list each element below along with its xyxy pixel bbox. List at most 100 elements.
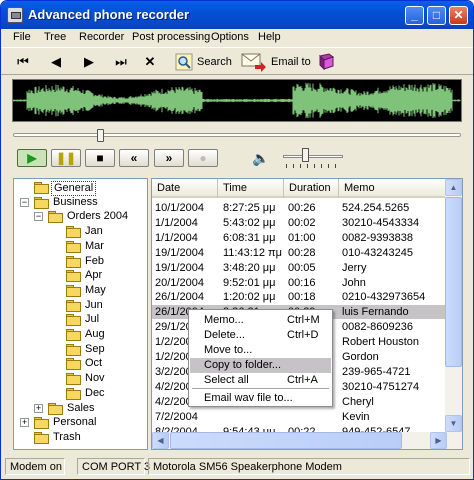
menu-item-label: Memo... [204,314,244,326]
table-row[interactable]: 1/1/2004 6:08:31 μμ 01:00 0082-9393838 [152,231,462,245]
menu-recorder[interactable]: Recorder [79,31,124,43]
table-row[interactable]: 20/1/2004 9:52:01 μμ 00:16 John [152,276,462,290]
cell-date: 10/1/2004 [155,202,204,214]
folder-icon [66,299,81,312]
book-icon[interactable] [316,52,336,72]
scroll-up-button[interactable]: ▲ [445,179,462,196]
menu-file[interactable]: File [13,31,31,43]
prev-record-icon[interactable]: ◀ [46,52,66,72]
table-header: Date Time Duration Memo [152,179,462,198]
cell-memo: Jerry [342,261,367,274]
scroll-right-button[interactable]: ▶ [430,432,447,449]
volume-slider-thumb[interactable] [302,148,310,162]
context-menu-item-email-wav-file-to[interactable]: Email wav file to... [190,391,331,406]
tree-item-label: Feb [85,254,104,267]
context-menu-item-move-to[interactable]: Move to... [190,343,331,358]
table-row[interactable]: 19/1/2004 3:48:20 μμ 00:05 Jerry [152,261,462,275]
email-button-label[interactable]: Email to [271,56,311,68]
collapse-icon[interactable]: − [20,197,29,207]
position-slider-track[interactable] [13,133,461,137]
record-button[interactable]: ● [188,149,218,167]
tree-item-dec[interactable]: Dec [14,387,147,401]
next-record-icon[interactable]: ▶ [79,52,99,72]
menu-help[interactable]: Help [258,31,281,43]
fast-forward-button[interactable]: » [154,149,184,167]
context-menu: Memo... Ctrl+M Delete... Ctrl+D Move to... Co… [188,309,333,407]
email-icon[interactable] [241,52,267,72]
menu-options[interactable]: Options [211,31,249,43]
maximize-button[interactable]: □ [427,6,446,25]
tree-item-apr[interactable]: Apr [14,269,147,283]
menu-item-shortcut: Ctrl+D [287,329,319,341]
tree-item-jan[interactable]: Jan [14,225,147,239]
folder-icon [66,387,81,400]
tree-item-feb[interactable]: Feb [14,255,147,269]
menu-tree[interactable]: Tree [44,31,66,43]
tree-item-label: Business [53,195,98,208]
volume-slider-track[interactable] [283,155,343,158]
collapse-icon[interactable]: − [34,212,43,222]
menu-post-processing[interactable]: Post processing [132,31,210,43]
folder-icon [34,417,49,430]
tree-item-sales[interactable]: + Sales [14,402,147,416]
position-slider-thumb[interactable] [96,129,104,142]
column-header-time[interactable]: Time [218,179,284,198]
cell-date: 7/2/2004 [155,410,198,423]
skip-first-icon[interactable]: ⏮ [13,52,33,72]
tree-item-sep[interactable]: Sep [14,343,147,357]
table-row[interactable]: 1/1/2004 5:43:02 μμ 00:02 30210-4543334 [152,216,462,230]
context-menu-item-select-all[interactable]: Select all Ctrl+A [190,373,331,388]
tree-item-jun[interactable]: Jun [14,299,147,313]
table-row[interactable]: 7/2/2004 Kevin [152,410,462,424]
close-button[interactable]: ✕ [449,6,468,25]
tree-item-orders-2004[interactable]: − Orders 2004 [14,210,147,224]
horizontal-scrollbar[interactable]: ◀ ▶ [152,432,447,449]
tree-item-nov[interactable]: Nov [14,372,147,386]
search-button-label[interactable]: Search [197,56,232,68]
column-header-date[interactable]: Date [152,179,218,198]
scroll-left-button[interactable]: ◀ [152,432,169,449]
pause-button[interactable]: ❚❚ [51,149,81,167]
tree-item-personal[interactable]: + Personal [14,416,147,430]
skip-last-icon[interactable]: ⏭ [111,52,131,72]
vertical-scroll-thumb[interactable] [445,197,462,367]
folder-icon [66,343,81,356]
menu-item-label: Copy to folder... [204,359,282,371]
scroll-down-button[interactable]: ▼ [445,415,462,432]
title-bar[interactable]: Advanced phone recorder _ □ ✕ [1,1,473,29]
table-row[interactable]: 10/1/2004 8:27:25 μμ 00:26 524.254.5265 [152,201,462,215]
tree-item-aug[interactable]: Aug [14,328,147,342]
context-menu-item-copy-to-folder[interactable]: Copy to folder... [190,358,331,373]
table-row[interactable]: 19/1/2004 11:43:12 πμ 00:28 010-43243245 [152,246,462,260]
tree-item-mar[interactable]: Mar [14,240,147,254]
waveform-display[interactable] [12,79,462,122]
context-menu-item-delete[interactable]: Delete... Ctrl+D [190,328,331,343]
expand-icon[interactable]: + [34,403,43,413]
tree-item-business[interactable]: − Business [14,196,147,210]
table-row[interactable]: 26/1/2004 1:20:02 μμ 00:18 0210-432973654 [152,290,462,304]
delete-icon[interactable]: ✕ [140,52,160,72]
tree-item-jul[interactable]: Jul [14,313,147,327]
tree-item-oct[interactable]: Oct [14,357,147,371]
cell-duration: 00:26 [288,202,316,214]
context-menu-item-memo[interactable]: Memo... Ctrl+M [190,313,331,328]
folder-icon [34,182,49,194]
horizontal-scroll-thumb[interactable] [170,432,402,449]
vertical-scrollbar[interactable]: ▲ ▼ [445,179,462,449]
tree-item-may[interactable]: May [14,284,147,298]
column-header-memo[interactable]: Memo [339,179,447,198]
play-button[interactable]: ▶ [17,149,47,167]
cell-memo: Cheryl [342,395,374,408]
folder-icon [66,373,81,386]
expand-icon[interactable]: + [20,418,29,428]
column-header-duration[interactable]: Duration [284,179,339,198]
tree-item-general[interactable]: General [14,181,147,196]
rewind-button[interactable]: « [119,149,149,167]
tree-item-trash[interactable]: Trash [14,431,147,445]
folder-icon [66,226,81,239]
folder-icon [48,211,63,224]
stop-button[interactable]: ■ [85,149,115,167]
search-icon[interactable] [174,52,194,72]
cell-time: 1:20:02 μμ [223,291,276,304]
minimize-button[interactable]: _ [405,6,424,25]
